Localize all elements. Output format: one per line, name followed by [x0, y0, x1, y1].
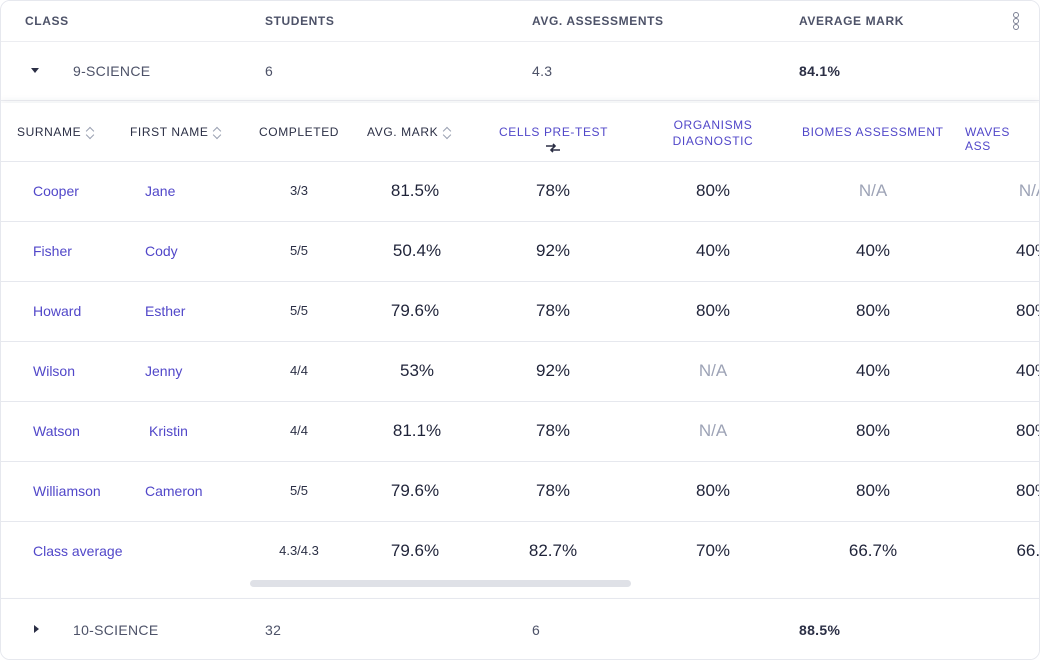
reorder-icon[interactable] [545, 143, 561, 153]
col-header-cells-pre-test[interactable]: CELLS PRE-TEST [499, 125, 608, 139]
student-table-header: SURNAME FIRST NAME COMPLETED AVG. MARK C… [1, 103, 1039, 162]
student-first-name[interactable]: Cody [145, 221, 178, 281]
table-row: Watson Kristin 4/4 81.1% 78% N/A 80% 80% [1, 401, 1039, 462]
sort-icon[interactable] [87, 126, 95, 140]
student-biomes-mark: 80% [855, 481, 891, 500]
col-header-first-name[interactable]: FIRST NAME [130, 125, 222, 140]
student-completed: 4/4 [289, 363, 309, 378]
col-header-completed[interactable]: COMPLETED [259, 125, 339, 139]
student-cells-mark: 78% [535, 481, 571, 500]
student-biomes-mark: 80% [855, 421, 891, 440]
student-organisms-mark: 80% [695, 481, 731, 500]
student-cells-mark: 92% [535, 241, 571, 260]
student-first-name[interactable]: Esther [145, 281, 185, 341]
table-row: Howard Esther 5/5 79.6% 78% 80% 80% 80% [1, 281, 1039, 342]
class-average-cells: 82.7% [528, 541, 578, 560]
student-first-name[interactable]: Jane [145, 161, 175, 221]
sort-icon[interactable] [214, 126, 222, 140]
class-average-mark: 88.5% [799, 622, 841, 638]
student-cells-mark: 78% [535, 181, 571, 200]
class-average-completed: 4.3/4.3 [279, 543, 319, 558]
student-avg-mark: 79.6% [390, 301, 440, 320]
horizontal-scrollbar[interactable] [250, 580, 631, 587]
student-detail-table: SURNAME FIRST NAME COMPLETED AVG. MARK C… [1, 103, 1039, 597]
class-students: 6 [265, 63, 274, 79]
class-average-organisms: 70% [695, 541, 731, 560]
student-avg-mark: 50.4% [392, 241, 442, 260]
student-avg-mark: 79.6% [390, 481, 440, 500]
class-average-row: Class average 4.3/4.3 79.6% 82.7% 70% 66… [1, 521, 1039, 581]
student-surname[interactable]: Wilson [33, 341, 75, 401]
student-organisms-mark: N/A [698, 421, 728, 440]
student-biomes-mark: N/A [858, 181, 888, 200]
student-completed: 4/4 [289, 423, 309, 438]
student-organisms-mark: 80% [695, 301, 731, 320]
student-organisms-mark: 80% [695, 181, 731, 200]
student-avg-mark: 81.5% [390, 181, 440, 200]
class-name[interactable]: 10-SCIENCE [73, 622, 158, 638]
student-biomes-mark: 40% [855, 241, 891, 260]
student-cells-mark: 78% [535, 421, 571, 440]
class-avg-assessments: 4.3 [532, 63, 553, 79]
student-cells-mark: 92% [535, 361, 571, 380]
student-waves-mark: 40% [1015, 241, 1039, 260]
student-surname[interactable]: Fisher [33, 221, 72, 281]
student-first-name[interactable]: Cameron [145, 461, 203, 521]
student-waves-mark: 80% [1015, 301, 1039, 320]
class-average-mark: 84.1% [799, 63, 841, 79]
col-header-biomes-assessment[interactable]: BIOMES ASSESSMENT [802, 125, 944, 139]
student-first-name[interactable]: Jenny [145, 341, 182, 401]
student-organisms-mark: N/A [698, 361, 728, 380]
class-average-biomes: 66.7% [848, 541, 898, 560]
student-avg-mark: 53% [399, 361, 435, 380]
student-cells-mark: 78% [535, 301, 571, 320]
class-row-9-science[interactable]: 9-SCIENCE 6 4.3 84.1% [1, 42, 1039, 101]
student-waves-mark: N/A [1018, 181, 1039, 200]
student-waves-mark: 80% [1015, 481, 1039, 500]
student-completed: 5/5 [289, 483, 309, 498]
col-header-waves-assessment[interactable]: WAVES ASS [965, 125, 1039, 153]
table-row: Wilson Jenny 4/4 53% 92% N/A 40% 40% [1, 341, 1039, 402]
student-surname[interactable]: Howard [33, 281, 81, 341]
class-average-waves: 66.7 [1016, 541, 1040, 560]
student-surname[interactable]: Cooper [33, 161, 79, 221]
class-students: 32 [265, 622, 282, 638]
col-header-students[interactable]: STUDENTS [265, 14, 334, 28]
class-name[interactable]: 9-SCIENCE [73, 63, 150, 79]
student-organisms-mark: 40% [695, 241, 731, 260]
student-completed: 5/5 [289, 303, 309, 318]
gradebook-card: CLASS STUDENTS AVG. ASSESSMENTS AVERAGE … [0, 0, 1040, 660]
student-first-name[interactable]: Kristin [149, 401, 188, 461]
class-row-10-science[interactable]: 10-SCIENCE 32 6 88.5% [1, 598, 1039, 659]
more-options-icon[interactable] [1009, 12, 1023, 32]
table-row: Williamson Cameron 5/5 79.6% 78% 80% 80%… [1, 461, 1039, 522]
collapse-caret-icon[interactable] [31, 68, 39, 73]
student-waves-mark: 80% [1015, 421, 1039, 440]
student-surname[interactable]: Williamson [33, 461, 101, 521]
student-biomes-mark: 80% [855, 301, 891, 320]
table-row: Cooper Jane 3/3 81.5% 78% 80% N/A N/A [1, 161, 1039, 222]
sort-icon[interactable] [444, 126, 452, 140]
student-avg-mark: 81.1% [392, 421, 442, 440]
class-average-label: Class average [33, 543, 123, 559]
class-avg-assessments: 6 [532, 622, 541, 638]
col-header-avg-mark[interactable]: AVG. MARK [367, 125, 452, 140]
student-biomes-mark: 40% [855, 361, 891, 380]
student-completed: 3/3 [289, 183, 309, 198]
col-header-average-mark[interactable]: AVERAGE MARK [799, 14, 904, 28]
col-header-surname[interactable]: SURNAME [17, 125, 95, 140]
student-surname[interactable]: Watson [33, 401, 80, 461]
col-header-class[interactable]: CLASS [25, 14, 69, 28]
expand-caret-icon[interactable] [34, 625, 39, 633]
col-header-organisms-diagnostic[interactable]: ORGANISMS DIAGNOSTIC [663, 117, 763, 149]
class-average-avg-mark: 79.6% [390, 541, 440, 560]
student-completed: 5/5 [289, 243, 309, 258]
class-table-header: CLASS STUDENTS AVG. ASSESSMENTS AVERAGE … [1, 1, 1039, 42]
table-row: Fisher Cody 5/5 50.4% 92% 40% 40% 40% [1, 221, 1039, 282]
student-waves-mark: 40% [1015, 361, 1039, 380]
col-header-avg-assessments[interactable]: AVG. ASSESSMENTS [532, 14, 664, 28]
